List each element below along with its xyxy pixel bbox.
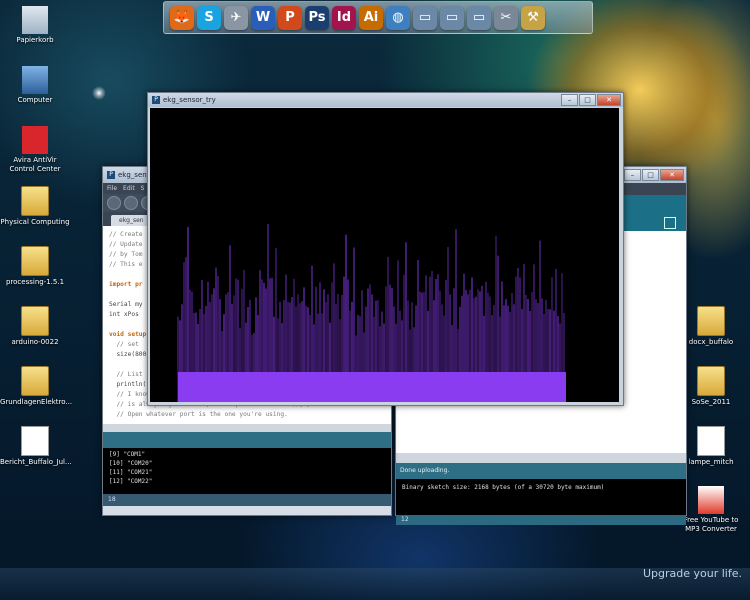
arduino-message: Done uploading.: [396, 463, 686, 479]
folder-icon: [21, 306, 49, 336]
close-button[interactable]: ✕: [660, 169, 684, 181]
converter-icon: [698, 486, 724, 514]
arduino-scrollbar[interactable]: [396, 453, 686, 463]
desktop-icon[interactable]: arduino-0022: [0, 306, 70, 347]
tools-icon[interactable]: ✂: [494, 5, 518, 30]
skype-icon[interactable]: S: [197, 5, 221, 30]
maximize-button[interactable]: □: [579, 94, 596, 106]
desktop-icon[interactable]: GrundlagenElektro...: [0, 366, 73, 407]
code-line: // Open whatever port is the one you're …: [109, 411, 288, 418]
console-line: [10] "COM20": [109, 460, 153, 467]
menu-item[interactable]: Edit: [123, 185, 135, 192]
folder-icon: [697, 366, 725, 396]
application-dock: 🦊 S ✈ W P Ps Id Ai ◍ ▭ ▭ ▭ ✂ ⚒: [163, 1, 593, 34]
word-doc-icon: [21, 426, 49, 456]
sketch-title: ekg_sens: [118, 171, 151, 179]
file-icon: [697, 426, 725, 456]
folder-icon: [21, 186, 49, 216]
indesign-icon[interactable]: Id: [332, 5, 356, 30]
graph-titlebar[interactable]: P ekg_sensor_try – □ ✕: [148, 93, 623, 107]
desktop-icon[interactable]: Physical Computing: [0, 186, 70, 227]
menu-item[interactable]: S: [141, 185, 145, 192]
taskbar: [0, 568, 750, 600]
sketch-console: [9] "COM1" [10] "COM20" [11] "COM21" [12] "…: [103, 448, 391, 494]
desktop-icon[interactable]: Computer: [0, 66, 70, 105]
folder-icon: [21, 366, 49, 396]
desktop-icon-label: Free YouTube to MP3 Converter: [683, 516, 739, 533]
run-button[interactable]: [107, 196, 121, 210]
desktop-icon-label: GrundlagenElektro...: [0, 398, 73, 406]
recycle-bin-icon: [22, 6, 48, 34]
word-icon[interactable]: W: [251, 5, 275, 30]
firefox-icon[interactable]: 🦊: [170, 5, 194, 30]
sketch-status: 18: [103, 494, 391, 506]
folder-icon[interactable]: ▭: [467, 5, 491, 30]
processing-logo-icon: P: [152, 96, 160, 104]
console-line: [11] "COM21": [109, 469, 153, 476]
globe-icon[interactable]: ◍: [386, 5, 410, 30]
photoshop-icon[interactable]: Ps: [305, 5, 329, 30]
arduino-console: Binary sketch size: 2168 bytes (of a 307…: [396, 479, 686, 515]
folder-icon: [21, 246, 49, 276]
graph-title: ekg_sensor_try: [163, 96, 216, 104]
lens-flare: [92, 86, 106, 100]
desktop-icon-label: Physical Computing: [0, 218, 70, 226]
desktop-icon[interactable]: processing-1.5.1: [0, 246, 70, 287]
desktop-icon-label: Bericht_Buffalo_Jul...: [0, 458, 72, 466]
desktop-icon-label: Computer: [17, 96, 53, 104]
menu-item[interactable]: File: [107, 185, 117, 192]
illustrator-icon[interactable]: Ai: [359, 5, 383, 30]
wallpaper-slogan: Upgrade your life.: [642, 567, 742, 580]
desktop-icon-label: processing-1.5.1: [5, 278, 65, 286]
tab-ekg-sensor[interactable]: ekg_sen: [111, 215, 152, 226]
serial-monitor-icon[interactable]: [664, 217, 676, 229]
folder-icon: [697, 306, 725, 336]
ekg-graph-window[interactable]: P ekg_sensor_try – □ ✕: [147, 92, 624, 406]
desktop: 🦊 S ✈ W P Ps Id Ai ◍ ▭ ▭ ▭ ✂ ⚒ Papierkorb Computer Avir…: [0, 0, 750, 600]
avira-icon: [22, 126, 48, 154]
folder-icon[interactable]: ▭: [440, 5, 464, 30]
console-line: [12] "COM22": [109, 478, 153, 485]
sketch-message-bar: [103, 432, 391, 448]
plane-icon[interactable]: ✈: [224, 5, 248, 30]
stop-button[interactable]: [124, 196, 138, 210]
ekg-graph-canvas: [150, 108, 619, 402]
minimize-button[interactable]: –: [624, 169, 641, 181]
folder-icon[interactable]: ▭: [413, 5, 437, 30]
desktop-icon-label: Papierkorb: [16, 36, 54, 44]
desktop-icon[interactable]: Bericht_Buffalo_Jul...: [0, 426, 72, 467]
console-line: [9] "COM1": [109, 451, 146, 458]
minimize-button[interactable]: –: [561, 94, 578, 106]
maximize-button[interactable]: □: [642, 169, 659, 181]
sketch-scrollbar[interactable]: [103, 424, 391, 432]
powerpoint-icon[interactable]: P: [278, 5, 302, 30]
desktop-icon-label: Avira AntiVir Control Center: [9, 156, 61, 173]
arduino-status: 12: [396, 515, 686, 525]
hammer-icon[interactable]: ⚒: [521, 5, 545, 30]
computer-icon: [22, 66, 48, 94]
close-button[interactable]: ✕: [597, 94, 621, 106]
desktop-icon-label: arduino-0022: [11, 338, 59, 346]
desktop-icon[interactable]: Papierkorb: [0, 6, 70, 45]
processing-logo-icon: P: [107, 171, 115, 179]
desktop-icon[interactable]: Avira AntiVir Control Center: [0, 126, 70, 174]
